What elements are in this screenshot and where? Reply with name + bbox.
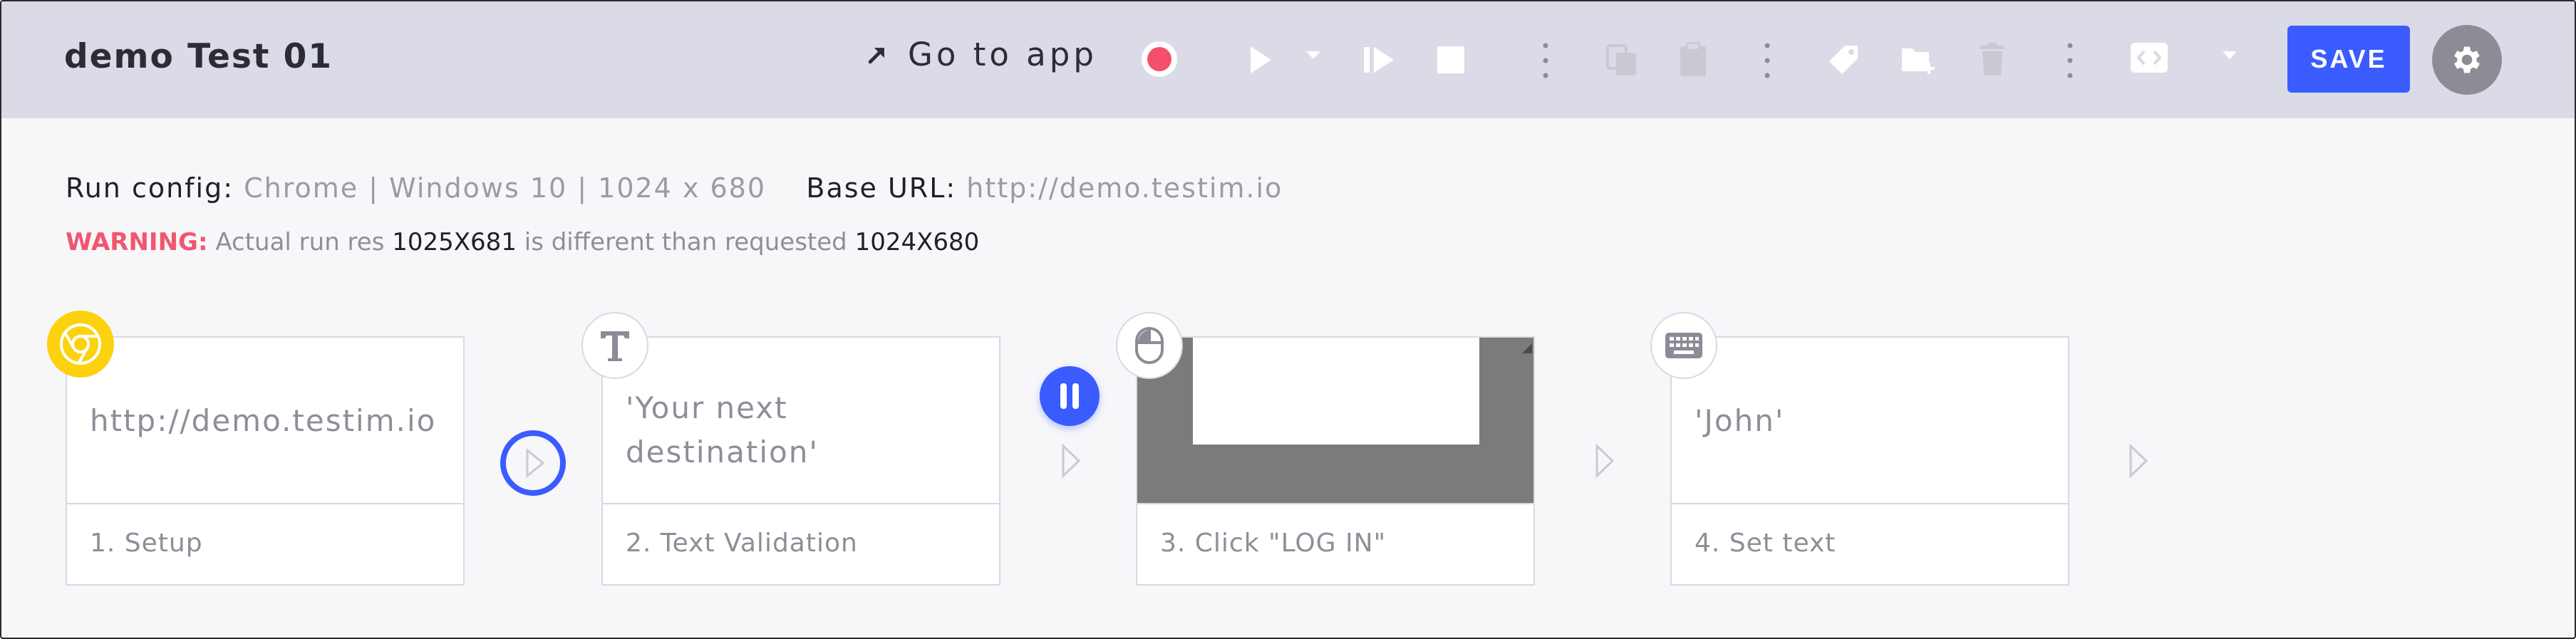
- gear-icon: [2454, 46, 2480, 73]
- mouse-icon: [1116, 312, 1183, 379]
- step-name: 2. Text Validation: [626, 529, 858, 558]
- code-icon: [2131, 43, 2168, 73]
- record-icon: [1147, 47, 1171, 71]
- more-vertical-icon: [2067, 43, 2073, 78]
- warning-requested-res: 1024X680: [854, 228, 980, 256]
- step-progress-indicator: [499, 429, 567, 500]
- step-connector-arrow-icon: [1060, 443, 1082, 482]
- paste-button[interactable]: [1677, 41, 1709, 78]
- trash-icon: [1980, 43, 2005, 76]
- base-url-value: http://demo.testim.io: [966, 172, 1283, 204]
- step-card-set-text[interactable]: 'John' 4. Set text: [1670, 336, 2069, 586]
- step-content-line-2: destination': [626, 435, 819, 469]
- run-config-value: Chrome | Windows 10 | 1024 x 680: [244, 172, 767, 204]
- tag-button[interactable]: [1826, 41, 1861, 78]
- step-content-line-1: 'Your next: [626, 390, 788, 425]
- chrome-icon: [47, 311, 114, 378]
- step-content-text: 'Your next destination': [626, 386, 819, 474]
- delete-button[interactable]: [1978, 41, 2007, 78]
- triangle-icon: [1522, 343, 1532, 353]
- step-name: 1. Setup: [90, 529, 203, 558]
- step-content: http://demo.testim.io: [67, 338, 463, 504]
- more-menu-button-2[interactable]: [1761, 41, 1774, 80]
- play-options-dropdown[interactable]: [1303, 48, 1324, 63]
- warning-text-2: is different than requested: [516, 228, 855, 256]
- record-button[interactable]: [1142, 41, 1177, 77]
- save-button[interactable]: SAVE: [2287, 26, 2410, 93]
- copy-button[interactable]: [1605, 43, 1639, 78]
- test-title[interactable]: demo Test 01: [64, 37, 333, 76]
- pause-icon: [1060, 383, 1079, 409]
- run-config: Run config: Chrome | Windows 10 | 1024 x…: [66, 172, 1283, 204]
- more-vertical-icon: [1543, 43, 1548, 78]
- resolution-warning: WARNING: Actual run res 1025X681 is diff…: [66, 228, 979, 256]
- copy-icon: [1606, 44, 1636, 76]
- add-folder-icon: [1902, 48, 1935, 74]
- go-to-app-label: Go to app: [908, 36, 1097, 73]
- screenshot-highlight: [1193, 338, 1479, 445]
- more-vertical-icon: [1764, 43, 1770, 78]
- code-button[interactable]: [2129, 41, 2169, 74]
- step-forward-icon: [1364, 47, 1394, 73]
- step-connector-arrow-icon: [1594, 443, 1615, 482]
- step-card-setup[interactable]: http://demo.testim.io 1. Setup: [66, 336, 465, 586]
- step-content-text: http://demo.testim.io: [90, 403, 437, 438]
- text-icon: [581, 312, 648, 379]
- step-forward-button[interactable]: [1361, 44, 1397, 76]
- step-content: 'Your next destination': [603, 338, 999, 504]
- step-name: 4. Set text: [1695, 529, 1836, 558]
- step-connector-arrow-icon: [2128, 443, 2149, 482]
- play-button[interactable]: [1245, 43, 1276, 77]
- tag-icon: [1829, 46, 1858, 74]
- keyboard-icon: [1650, 312, 1717, 379]
- step-screenshot-thumbnail: [1137, 338, 1533, 503]
- editor-window: demo Test 01 Go to app SAVE Run config: …: [0, 0, 2576, 639]
- warning-label: WARNING:: [66, 228, 208, 256]
- code-options-dropdown[interactable]: [2219, 48, 2240, 63]
- stop-button[interactable]: [1437, 46, 1465, 74]
- go-to-app-button[interactable]: Go to app: [865, 36, 1097, 73]
- paste-icon: [1680, 42, 1706, 76]
- settings-button[interactable]: [2432, 25, 2502, 95]
- pause-button[interactable]: [1040, 366, 1100, 426]
- arrow-up-right-icon: [868, 47, 884, 63]
- step-content: 'John': [1672, 338, 2068, 504]
- warning-text-1: Actual run res: [207, 228, 393, 256]
- warning-actual-res: 1025X681: [392, 228, 517, 256]
- stop-icon: [1437, 46, 1464, 73]
- add-folder-button[interactable]: [1900, 43, 1938, 77]
- more-menu-button-3[interactable]: [2064, 41, 2076, 80]
- toolbar: demo Test 01 Go to app SAVE: [1, 1, 2575, 118]
- step-card-text-validation[interactable]: 'Your next destination' 2. Text Validati…: [601, 336, 1000, 586]
- base-url-label: Base URL:: [806, 172, 957, 204]
- more-menu-button[interactable]: [1539, 41, 1552, 80]
- run-config-label: Run config:: [66, 172, 234, 204]
- step-content: [1137, 338, 1533, 504]
- play-icon: [1251, 46, 1271, 73]
- chevron-down-icon: [2223, 51, 2237, 59]
- step-name: 3. Click "LOG IN": [1160, 529, 1387, 558]
- step-card-click-login[interactable]: 3. Click "LOG IN": [1136, 336, 1535, 586]
- chevron-down-icon: [1306, 51, 1320, 59]
- step-content-text: 'John': [1695, 403, 1785, 438]
